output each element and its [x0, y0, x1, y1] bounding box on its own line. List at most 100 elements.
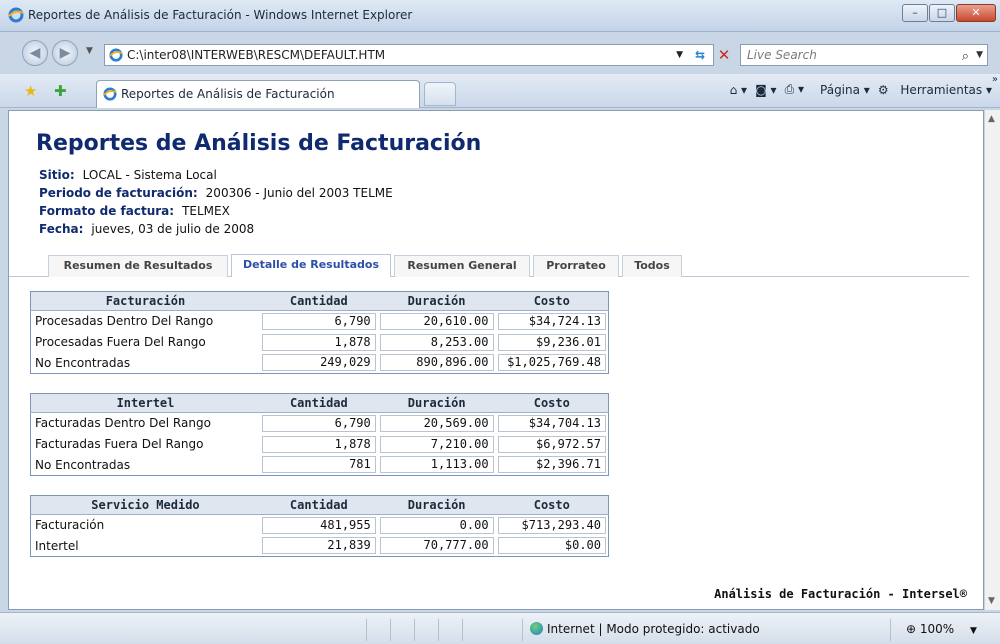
url-field[interactable]: C:\inter08\INTERWEB\RESCM\DEFAULT.HTM ▼ … [104, 44, 714, 66]
costo-cell: $0.00 [497, 537, 606, 555]
zoom-dropdown-icon[interactable]: ▼ [970, 626, 977, 636]
more-chevron-icon[interactable]: » [992, 74, 998, 85]
row-label: Intertel [35, 538, 79, 553]
tab-todos[interactable]: Todos [622, 255, 682, 277]
costo-cell: $1,025,769.48 [497, 354, 606, 372]
column-header: Duración [377, 393, 496, 413]
browser-tab[interactable]: Reportes de Análisis de Facturación [96, 80, 420, 108]
vertical-scrollbar[interactable]: ▲ ▼ [984, 110, 1000, 610]
costo-cell: $2,396.71 [497, 456, 606, 474]
history-dropdown-icon[interactable]: ▼ [86, 46, 93, 56]
column-header: Cantidad [259, 291, 378, 311]
url-text: C:\inter08\INTERWEB\RESCM\DEFAULT.HTM [127, 48, 386, 62]
column-header: Costo [495, 393, 609, 413]
zoom-level: 100% [919, 622, 955, 636]
back-button[interactable]: ◀ [22, 40, 48, 66]
table-row: No Encontradas 249,029 890,896.00 $1,025… [31, 353, 609, 374]
cantidad-cell: 481,955 [261, 516, 376, 534]
table-row: Procesadas Dentro Del Rango 6,790 20,610… [31, 311, 609, 332]
stop-icon[interactable]: ✕ [712, 44, 736, 66]
tab-prorrateo[interactable]: Prorrateo [533, 255, 619, 277]
minimize-button[interactable]: – [902, 4, 928, 22]
row-label: Facturación [35, 518, 105, 533]
info-value: LOCAL - Sistema Local [82, 168, 217, 182]
url-dropdown-icon[interactable]: ▼ [676, 45, 683, 65]
info-value: 200306 - Junio del 2003 TELME [205, 186, 393, 200]
costo-cell: $9,236.01 [497, 333, 606, 351]
search-placeholder: Live Search [747, 48, 817, 62]
servicio-medido-table: Servicio Medido Cantidad Duración Costo … [30, 495, 609, 557]
forward-button[interactable]: ▶ [52, 40, 78, 66]
duracion-cell: 7,210.00 [379, 435, 494, 453]
info-value: jueves, 03 de julio de 2008 [91, 222, 255, 236]
costo-cell: $6,972.57 [497, 435, 606, 453]
refresh-icon[interactable]: ⇆ [695, 45, 705, 65]
info-value: TELMEX [182, 204, 230, 218]
search-field[interactable]: Live Search ⌕ ▼ [740, 44, 988, 66]
zoom-icon: ⊕ [906, 622, 917, 636]
status-divider [522, 619, 523, 641]
search-icon[interactable]: ⌕ [962, 47, 969, 67]
table-row: Facturadas Fuera Del Rango 1,878 7,210.0… [31, 434, 609, 455]
facturacion-table: Facturación Cantidad Duración Costo Proc… [30, 291, 609, 374]
scroll-up-icon[interactable]: ▲ [988, 114, 995, 124]
table-header-row: Servicio Medido Cantidad Duración Costo [30, 495, 609, 515]
info-label: Formato de factura: [39, 204, 175, 218]
scroll-down-icon[interactable]: ▼ [988, 596, 995, 606]
tab-resumen-general[interactable]: Resumen General [394, 255, 530, 277]
tab-detalle-resultados[interactable]: Detalle de Resultados [231, 254, 391, 277]
feeds-icon[interactable]: ◙ ▾ [755, 83, 776, 97]
status-divider [366, 619, 367, 641]
info-label: Sitio: [39, 168, 75, 182]
page-menu[interactable]: Página ▾ [812, 83, 870, 97]
address-bar: ◀ ▶ ▼ C:\inter08\INTERWEB\RESCM\DEFAULT.… [0, 32, 1000, 74]
window-titlebar: Reportes de Análisis de Facturación - Wi… [0, 0, 1000, 32]
status-divider [390, 619, 391, 641]
row-label: Procesadas Dentro Del Rango [35, 314, 214, 329]
ie-page-icon [109, 48, 123, 62]
close-button[interactable]: ✕ [956, 4, 996, 22]
info-label: Fecha: [39, 222, 84, 236]
new-tab-button[interactable] [424, 82, 456, 106]
ie-logo-icon [8, 7, 24, 23]
tools-menu-label: Herramientas [900, 82, 983, 97]
command-bar: ★ ✚ Reportes de Análisis de Facturación … [0, 74, 1000, 108]
cantidad-cell: 781 [261, 456, 376, 474]
table-header-row: Facturación Cantidad Duración Costo [30, 291, 609, 311]
table-row: No Encontradas 781 1,113.00 $2,396.71 [31, 455, 609, 476]
status-bar: Internet | Modo protegido: activado ⊕ 10… [0, 612, 1000, 644]
row-label: Facturadas Dentro Del Rango [35, 416, 211, 431]
column-header: Servicio Medido [30, 495, 260, 515]
print-icon[interactable]: ⎙ ▾ [785, 82, 804, 97]
browser-tab-title: Reportes de Análisis de Facturación [121, 87, 335, 101]
maximize-button[interactable]: □ [929, 4, 955, 22]
column-header: Cantidad [259, 495, 378, 515]
column-header: Duración [377, 291, 496, 311]
status-divider [438, 619, 439, 641]
tab-resumen-resultados[interactable]: Resumen de Resultados [48, 255, 228, 277]
column-header: Cantidad [259, 393, 378, 413]
costo-cell: $34,724.13 [497, 312, 606, 330]
column-header: Intertel [30, 393, 260, 413]
security-zone-text: Internet | Modo protegido: activado [547, 622, 760, 636]
zoom-control[interactable]: ⊕ 100% ▼ [906, 622, 977, 636]
home-icon[interactable]: ⌂ ▾ [730, 83, 747, 97]
tools-menu[interactable]: ⚙ Herramientas ▾ [878, 83, 992, 97]
security-zone[interactable]: Internet | Modo protegido: activado [530, 622, 760, 636]
cantidad-cell: 6,790 [261, 414, 376, 432]
intertel-table: Intertel Cantidad Duración Costo Factura… [30, 393, 609, 476]
duracion-cell: 8,253.00 [379, 333, 494, 351]
page-footer: Análisis de Facturación - Intersel® [714, 587, 967, 601]
table-row: Facturación 481,955 0.00 $713,293.40 [31, 515, 609, 536]
window-title: Reportes de Análisis de Facturación - Wi… [28, 8, 413, 22]
favorites-star-icon[interactable]: ★ [24, 82, 37, 100]
info-format: Formato de factura: TELMEX [39, 204, 230, 218]
cantidad-cell: 6,790 [261, 312, 376, 330]
search-dropdown-icon[interactable]: ▼ [976, 45, 983, 65]
row-label: No Encontradas [35, 457, 131, 472]
add-favorite-icon[interactable]: ✚ [54, 82, 67, 100]
cantidad-cell: 1,878 [261, 333, 376, 351]
info-period: Periodo de facturación: 200306 - Junio de… [39, 186, 393, 200]
column-header: Duración [377, 495, 496, 515]
page-viewport: Reportes de Análisis de Facturación Siti… [8, 110, 984, 610]
